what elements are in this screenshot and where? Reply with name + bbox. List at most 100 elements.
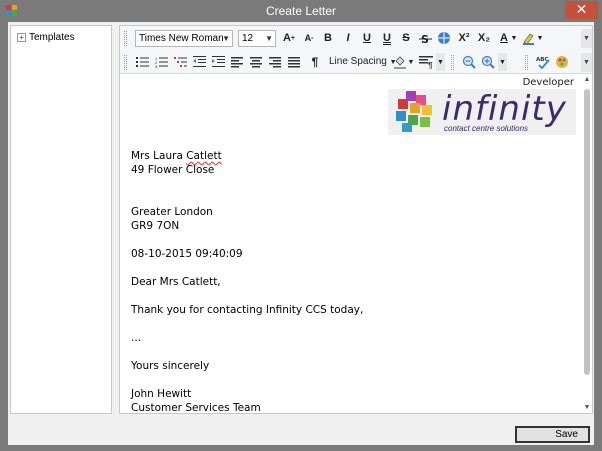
infinity-palette-button[interactable]	[553, 53, 571, 71]
align-left-icon	[231, 56, 243, 67]
strike-s-icon: S	[418, 33, 432, 45]
scroll-up-icon[interactable]: ▲	[582, 75, 592, 85]
superscript-button[interactable]: X²	[455, 29, 473, 47]
hyperlink-button[interactable]	[435, 29, 453, 47]
formatting-toolbar: Times New Roman ▼ 12 ▼ A+ A- B I U U S	[120, 26, 592, 74]
zoom-in-icon	[481, 55, 495, 69]
increase-indent-button[interactable]	[209, 53, 227, 71]
letter-body[interactable]: Mrs Laura Catlett 49 Flower Close Greate…	[131, 149, 363, 413]
multilevel-list-button[interactable]	[171, 53, 189, 71]
toolbar-grip[interactable]	[525, 55, 528, 70]
italic-button[interactable]: I	[339, 29, 357, 47]
font-color-dropdown[interactable]: ▼	[510, 29, 518, 47]
font-family-value: Times New Roman	[139, 33, 224, 44]
svg-text:¶: ¶	[428, 61, 433, 69]
palette-icon	[556, 56, 568, 68]
signer-name: John Hewitt	[131, 388, 192, 400]
recipient-surname: Catlett	[186, 150, 222, 162]
create-letter-window: Create Letter ✕ + Templates Times New Ro…	[0, 0, 602, 451]
double-underline-button[interactable]: U	[378, 29, 396, 47]
align-center-icon	[250, 56, 262, 67]
infinity-cubes-icon	[396, 91, 432, 132]
justify-icon	[288, 56, 300, 67]
paragraph-settings-button[interactable]: ¶	[417, 53, 435, 71]
globe-link-icon	[438, 32, 450, 44]
letter-editor: Times New Roman ▼ 12 ▼ A+ A- B I U U S	[119, 25, 593, 414]
line-spacing-label: Line Spacing	[329, 56, 387, 67]
numbered-list-button[interactable]: 123	[152, 53, 170, 71]
highlight-pen-icon	[523, 33, 534, 45]
tree-node-templates[interactable]: + Templates	[17, 30, 75, 44]
close-button[interactable]: ✕	[565, 1, 598, 19]
logo-wordmark: infinity	[442, 89, 567, 129]
align-center-button[interactable]	[247, 53, 265, 71]
multilevel-list-icon	[173, 57, 187, 67]
underline-button[interactable]: U	[358, 29, 376, 47]
scroll-down-icon[interactable]: ▼	[582, 403, 592, 413]
shading-dropdown[interactable]: ▼	[407, 53, 415, 71]
grow-font-button[interactable]: A +	[280, 29, 298, 47]
infinity-logo: Developer infinity contact centre soluti…	[388, 77, 576, 135]
salutation: Dear Mrs Catlett,	[131, 276, 221, 288]
toolbar-grip[interactable]	[451, 55, 454, 70]
font-size-value: 12	[242, 33, 254, 44]
highlight-dropdown[interactable]: ▼	[536, 29, 544, 47]
font-family-select[interactable]: Times New Roman ▼	[135, 30, 233, 47]
editor-vertical-scrollbar[interactable]: ▲ ▼	[582, 75, 592, 413]
spell-check-button[interactable]: ABC	[534, 53, 552, 71]
zoom-out-icon	[462, 55, 476, 69]
font-size-select[interactable]: 12 ▼	[238, 30, 276, 47]
toolbar-grip[interactable]	[124, 55, 127, 70]
logo-banner: infinity contact centre solutions	[388, 89, 576, 135]
toolbar-overflow-button[interactable]: ▼	[581, 53, 592, 72]
justify-button[interactable]	[285, 53, 303, 71]
address-postcode: GR9 7ON	[131, 220, 180, 232]
spell-check-icon: ABC	[536, 57, 550, 69]
sign-off: Yours sincerely	[131, 360, 210, 372]
decrease-indent-button[interactable]	[190, 53, 208, 71]
toolbar-overflow-button[interactable]: ▼	[498, 53, 507, 71]
title-bar: Create Letter ✕	[0, 0, 602, 22]
templates-tree[interactable]: + Templates	[10, 25, 112, 414]
zoom-in-button[interactable]	[479, 53, 497, 71]
zoom-out-button[interactable]	[460, 53, 478, 71]
strikethrough-button[interactable]: S	[397, 29, 415, 47]
paragraph-mark-button[interactable]: ¶	[306, 53, 324, 71]
align-left-button[interactable]	[228, 53, 246, 71]
shrink-font-button[interactable]: A-	[300, 29, 318, 47]
body-paragraph: Thank you for contacting Infinity CCS to…	[131, 304, 364, 316]
toolbar-grip[interactable]	[124, 31, 127, 46]
signer-team: Customer Services Team	[131, 402, 261, 413]
window-title: Create Letter	[265, 4, 337, 18]
logo-tagline: contact centre solutions	[444, 124, 529, 133]
strikethrough-icon[interactable]: S	[416, 29, 434, 47]
toolbar-row-font: Times New Roman ▼ 12 ▼ A+ A- B I U U S	[120, 27, 592, 50]
toolbar-row-paragraph: 123 ¶ Line Spacing ▼ ▼ ¶ ▼ ▼ ABC ▼	[120, 51, 592, 74]
subscript-button[interactable]: X₂	[475, 29, 493, 47]
tree-node-label[interactable]: Templates	[29, 32, 75, 43]
bullet-list-button[interactable]	[133, 53, 151, 71]
developer-label: Developer	[522, 77, 574, 88]
toolbar-overflow-button[interactable]: ▼	[581, 29, 592, 48]
recipient-name: Mrs Laura	[131, 150, 187, 162]
align-right-button[interactable]	[266, 53, 284, 71]
scroll-thumb[interactable]	[584, 89, 590, 375]
toolbar-overflow-button[interactable]: ▼	[436, 53, 445, 71]
letter-document[interactable]: Developer infinity contact centre soluti…	[120, 75, 580, 413]
bold-button[interactable]: B	[319, 29, 337, 47]
save-button[interactable]: Save	[515, 426, 590, 443]
indent-icon	[211, 56, 225, 67]
line-spacing-button[interactable]: Line Spacing ▼	[329, 53, 397, 71]
align-right-icon	[269, 56, 281, 67]
svg-text:3: 3	[155, 64, 158, 68]
address-county: Greater London	[131, 206, 213, 218]
expand-icon[interactable]: +	[17, 32, 26, 42]
